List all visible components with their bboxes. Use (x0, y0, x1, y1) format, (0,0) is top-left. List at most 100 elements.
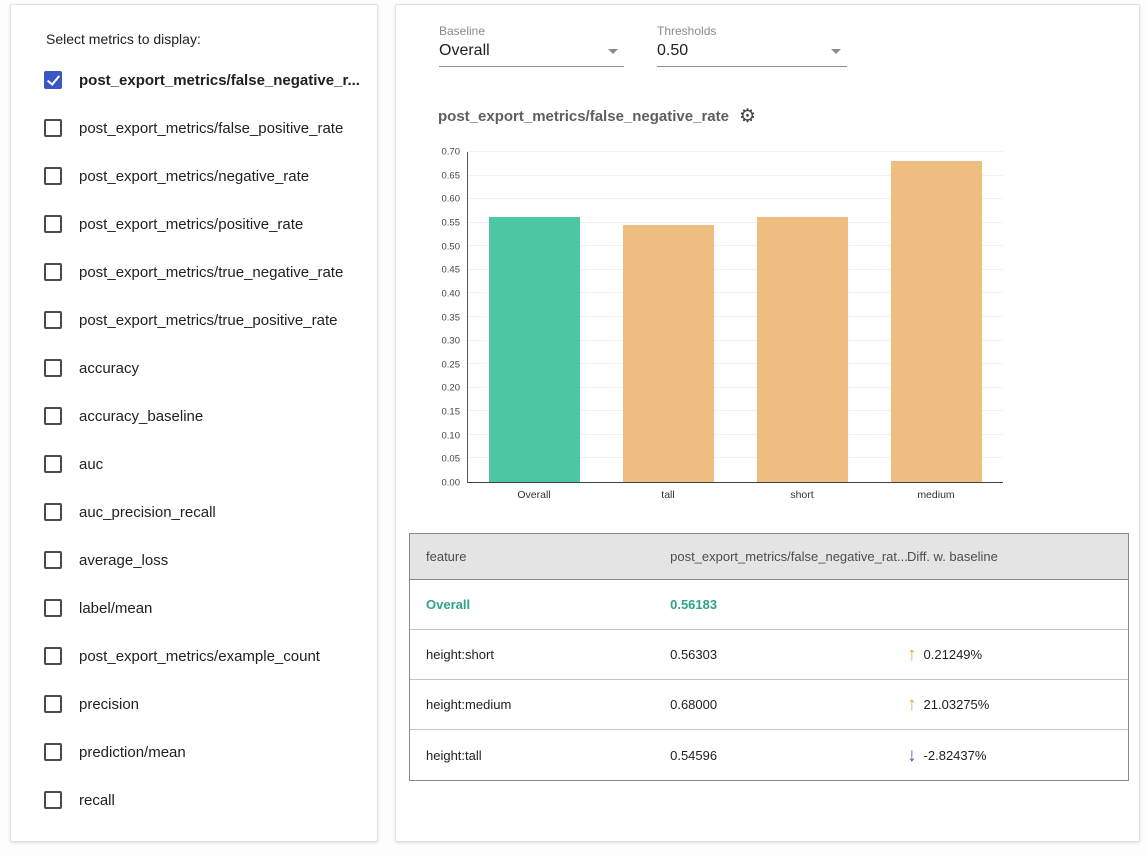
checkbox-unchecked-icon[interactable] (44, 551, 62, 569)
metric-value-cell: 0.54596 (654, 748, 891, 763)
metrics-table-body: Overall0.56183 height:short0.56303 ↑ 0.2124… (410, 580, 1128, 780)
metric-label: post_export_metrics/true_negative_rate (79, 264, 343, 281)
x-axis-label: tall (601, 489, 735, 501)
table-row: Overall0.56183 (410, 580, 1128, 630)
metric-label: post_export_metrics/true_positive_rate (79, 312, 337, 329)
metric-value-cell: 0.56303 (654, 647, 891, 662)
metrics-list: post_export_metrics/false_negative_r...p… (11, 56, 377, 824)
metric-checkbox-row[interactable]: prediction/mean (11, 728, 377, 776)
metric-label: prediction/mean (79, 744, 186, 761)
checkbox-unchecked-icon[interactable] (44, 599, 62, 617)
checkbox-unchecked-icon[interactable] (44, 503, 62, 521)
y-axis-tick-label: 0.45 (442, 265, 461, 276)
diff-cell: ↑21.03275% (891, 695, 1128, 714)
metric-checkbox-row[interactable]: post_export_metrics/positive_rate (11, 200, 377, 248)
y-axis-tick-label: 0.50 (442, 241, 461, 252)
checkbox-unchecked-icon[interactable] (44, 119, 62, 137)
thresholds-select-value: 0.50 (657, 42, 688, 60)
metric-selector-title: Select metrics to display: (46, 31, 377, 47)
metric-checkbox-row[interactable]: label/mean (11, 584, 377, 632)
chart-x-axis: Overalltallshortmedium (467, 483, 1003, 505)
metric-label: post_export_metrics/false_positive_rate (79, 120, 343, 137)
checkbox-unchecked-icon[interactable] (44, 407, 62, 425)
arrow-down-icon: ↓ (907, 746, 917, 765)
chevron-down-icon (831, 49, 841, 54)
y-axis-tick-label: 0.65 (442, 170, 461, 181)
table-row: height:medium0.68000↑21.03275% (410, 680, 1128, 730)
metric-label: accuracy_baseline (79, 408, 203, 425)
table-row: height:tall0.54596↓-2.82437% (410, 730, 1128, 780)
baseline-select-value: Overall (439, 42, 490, 60)
metric-checkbox-row[interactable]: accuracy_baseline (11, 392, 377, 440)
metrics-table-header-row: featurepost_export_metrics/false_negativ… (410, 534, 1128, 580)
metric-label: label/mean (79, 600, 152, 617)
bar-slot (602, 152, 736, 482)
metric-label: auc_precision_recall (79, 504, 216, 521)
thresholds-select[interactable]: Thresholds 0.50 (657, 24, 847, 67)
settings-gear-icon[interactable]: ⚙ (739, 107, 756, 126)
baseline-select-label: Baseline (439, 24, 624, 38)
arrow-up-icon: ↑ (907, 645, 917, 664)
metric-checkbox-row[interactable]: auc (11, 440, 377, 488)
chevron-down-icon (608, 49, 618, 54)
metric-label: post_export_metrics/example_count (79, 648, 320, 665)
checkbox-unchecked-icon[interactable] (44, 263, 62, 281)
feature-cell: height:short (410, 647, 654, 662)
metric-checkbox-row[interactable]: accuracy (11, 344, 377, 392)
arrow-up-icon: ↑ (907, 695, 917, 714)
y-axis-tick-label: 0.15 (442, 407, 461, 418)
feature-cell: height:tall (410, 748, 654, 763)
metric-checkbox-row[interactable]: post_export_metrics/true_positive_rate (11, 296, 377, 344)
diff-cell: ↑ 0.21249% (891, 645, 1128, 664)
y-axis-tick-label: 0.05 (442, 454, 461, 465)
table-header-cell: feature (410, 549, 654, 564)
metric-checkbox-row[interactable]: post_export_metrics/false_positive_rate (11, 104, 377, 152)
checkbox-unchecked-icon[interactable] (44, 215, 62, 233)
checkbox-unchecked-icon[interactable] (44, 791, 62, 809)
bar-short[interactable] (757, 217, 848, 482)
chart-plot-area (467, 152, 1003, 483)
bar-slot (869, 152, 1003, 482)
diff-cell: ↓-2.82437% (891, 746, 1128, 765)
metric-checkbox-row[interactable]: post_export_metrics/example_count (11, 632, 377, 680)
feature-cell: Overall (410, 597, 654, 612)
checkbox-unchecked-icon[interactable] (44, 695, 62, 713)
bar-slot (736, 152, 870, 482)
metric-label: average_loss (79, 552, 168, 569)
bar-tall[interactable] (623, 225, 714, 482)
x-axis-label: medium (869, 489, 1003, 501)
bar-medium[interactable] (891, 161, 982, 482)
metric-label: accuracy (79, 360, 139, 377)
diff-value: 0.21249% (924, 647, 983, 662)
metric-checkbox-row[interactable]: post_export_metrics/negative_rate (11, 152, 377, 200)
y-axis-tick-label: 0.60 (442, 194, 461, 205)
checkbox-unchecked-icon[interactable] (44, 743, 62, 761)
metric-checkbox-row[interactable]: auc_precision_recall (11, 488, 377, 536)
metric-checkbox-row[interactable]: post_export_metrics/true_negative_rate (11, 248, 377, 296)
checkbox-checked-icon[interactable] (44, 71, 62, 89)
checkbox-unchecked-icon[interactable] (44, 455, 62, 473)
chart-bars (468, 152, 1003, 482)
baseline-select[interactable]: Baseline Overall (439, 24, 624, 67)
bar-chart: 0.000.050.100.150.200.250.300.350.400.45… (421, 152, 1003, 505)
metric-checkbox-row[interactable]: precision (11, 680, 377, 728)
bar-slot (468, 152, 602, 482)
bar-Overall[interactable] (489, 217, 580, 482)
thresholds-select-label: Thresholds (657, 24, 847, 38)
metric-checkbox-row[interactable]: recall (11, 776, 377, 824)
y-axis-tick-label: 0.70 (442, 147, 461, 158)
checkbox-unchecked-icon[interactable] (44, 359, 62, 377)
checkbox-unchecked-icon[interactable] (44, 167, 62, 185)
y-axis-tick-label: 0.30 (442, 336, 461, 347)
checkbox-unchecked-icon[interactable] (44, 647, 62, 665)
checkbox-unchecked-icon[interactable] (44, 311, 62, 329)
chart-title: post_export_metrics/false_negative_rate (438, 108, 729, 125)
report-panel: Baseline Overall Thresholds 0.50 post_ex… (395, 4, 1140, 842)
metric-checkbox-row[interactable]: post_export_metrics/false_negative_r... (11, 56, 377, 104)
metric-label: post_export_metrics/false_negative_r... (79, 72, 360, 89)
feature-cell: height:medium (410, 697, 654, 712)
y-axis-tick-label: 0.25 (442, 359, 461, 370)
chart-y-axis: 0.000.050.100.150.200.250.300.350.400.45… (421, 152, 467, 483)
table-header-cell: post_export_metrics/false_negative_rat..… (654, 549, 891, 564)
metric-checkbox-row[interactable]: average_loss (11, 536, 377, 584)
